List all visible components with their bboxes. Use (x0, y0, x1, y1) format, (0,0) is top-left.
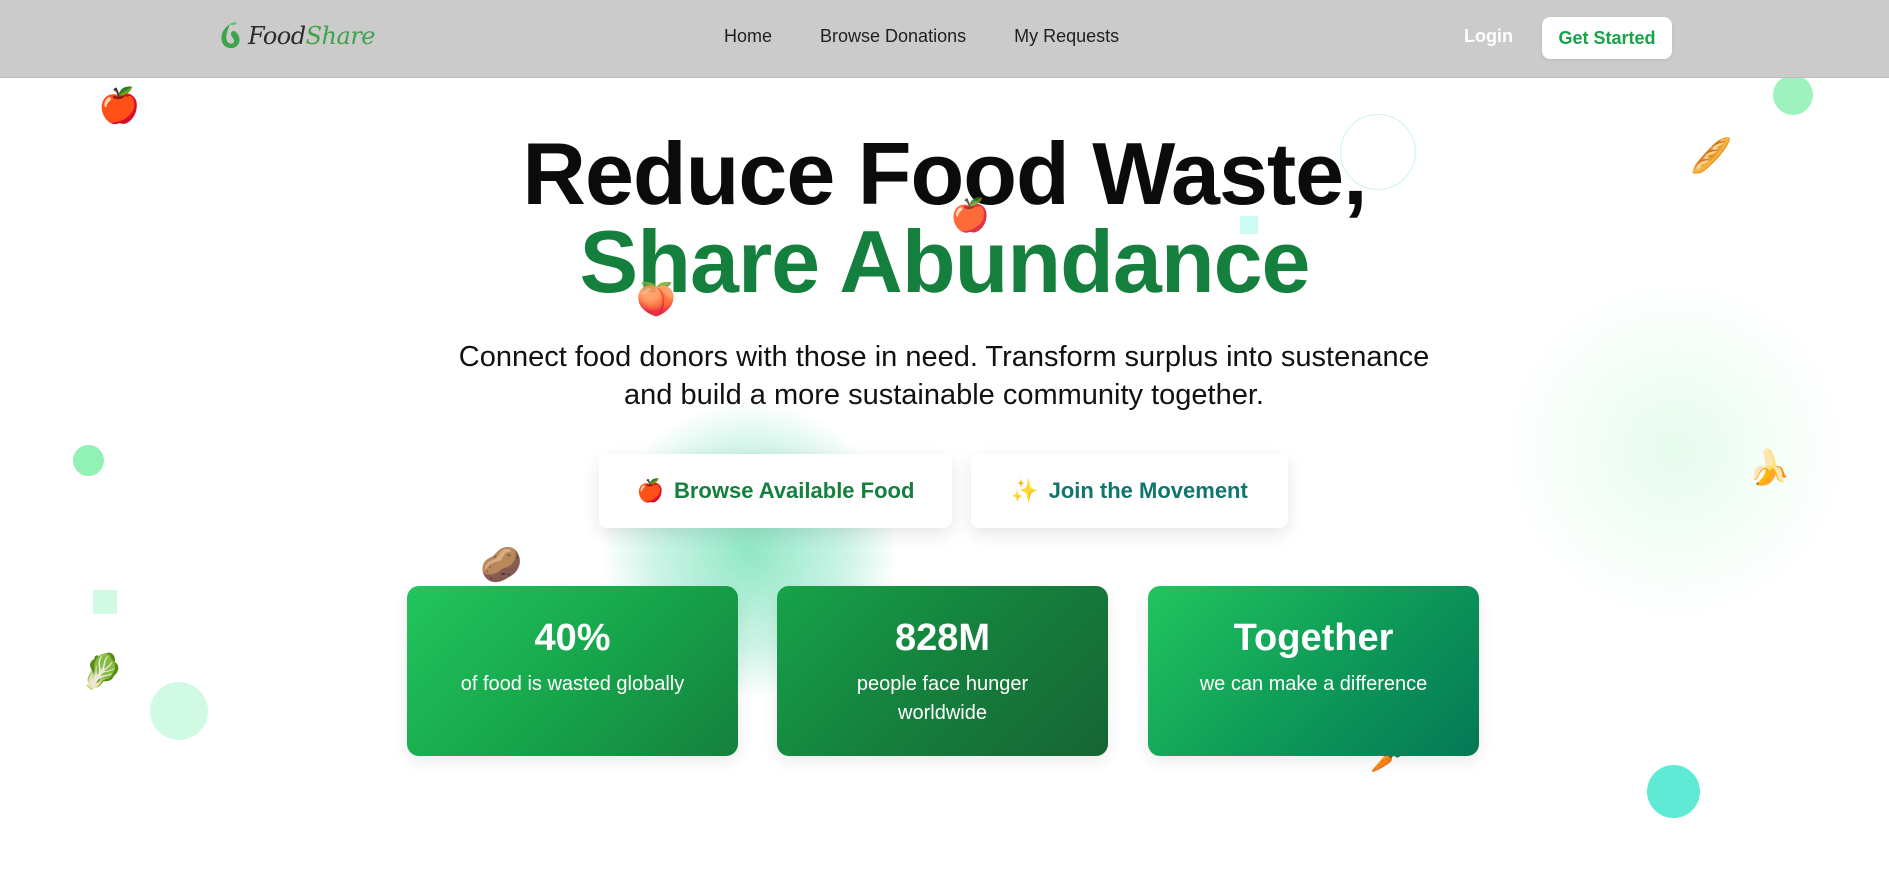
hero-title-line1: Reduce Food Waste, (522, 124, 1367, 223)
join-movement-button[interactable]: ✨ Join the Movement (971, 454, 1288, 528)
lettuce-icon: 🥬 (81, 653, 124, 691)
potato-icon: 🥔 (480, 546, 523, 584)
stat-label: of food is wasted globally (460, 673, 685, 695)
apple-icon: 🍎 (950, 197, 990, 233)
join-movement-label: Join the Movement (1048, 478, 1248, 503)
peach-icon: 🍑 (636, 281, 676, 317)
nav-link-browse-donations[interactable]: Browse Donations (820, 26, 966, 47)
apple-icon: 🍎 (636, 478, 664, 503)
stat-label: people face hunger worldwide (856, 673, 1029, 724)
login-link[interactable]: Login (1464, 26, 1513, 47)
stat-value: 828M (894, 617, 991, 659)
green-dot (73, 445, 104, 476)
get-started-button[interactable]: Get Started (1542, 17, 1672, 59)
mint-dot (150, 682, 208, 740)
hero-subtitle: Connect food donors with those in need. … (458, 341, 1430, 411)
soft-glow-right (1490, 280, 1860, 620)
stat-value: 40% (534, 617, 611, 659)
hero-title-line2: Share Abundance (579, 212, 1311, 311)
leaf-logo-icon (221, 22, 240, 49)
stat-card-together: Together we can make a difference (1148, 586, 1479, 756)
top-navbar: FoodShare Home Browse Donations My Reque… (0, 0, 1889, 78)
logo-text-food: Food (248, 22, 306, 50)
teal-dot (1647, 765, 1700, 818)
logo[interactable]: FoodShare (216, 20, 376, 52)
stat-label: we can make a difference (1199, 673, 1428, 695)
browse-food-label: Browse Available Food (673, 478, 915, 503)
stat-card-hunger: 828M people face hunger worldwide (777, 586, 1108, 756)
browse-food-button[interactable]: 🍎 Browse Available Food (599, 454, 952, 528)
nav-link-my-requests[interactable]: My Requests (1014, 26, 1119, 47)
stat-value: Together (1233, 617, 1394, 659)
banana-icon: 🍌 (1748, 449, 1791, 487)
stat-card-waste: 40% of food is wasted globally (407, 586, 738, 756)
hero-title: Reduce Food Waste, Share Abundance (0, 130, 1889, 306)
green-dot (1773, 75, 1813, 115)
mint-square (93, 590, 117, 614)
nav-link-home[interactable]: Home (724, 26, 772, 47)
logo-text-share: Share (305, 22, 376, 50)
sparkles-icon: ✨ (1011, 478, 1039, 503)
apple-icon: 🍎 (98, 87, 141, 125)
nav-links: Home Browse Donations My Requests (724, 26, 1119, 47)
logo-text: FoodShare (248, 22, 376, 50)
